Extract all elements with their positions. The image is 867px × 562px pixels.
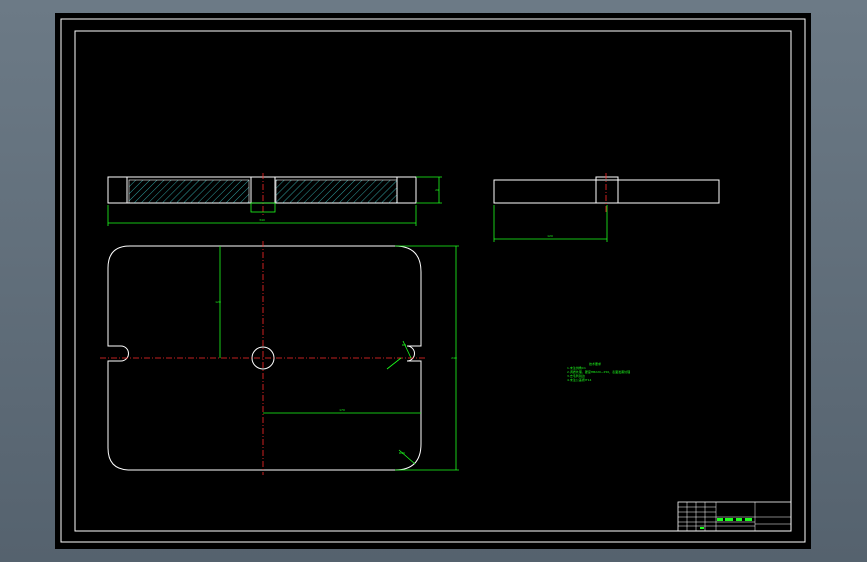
technical-notes[interactable]: 技术要求 1.未注倒角C1 2.调质处理，硬度HB220~250，表面发黑处理 …: [567, 362, 630, 382]
note-line-4: 4.未注公差按IT14: [567, 378, 592, 382]
end-view[interactable]: 120: [493, 173, 720, 242]
tb-highlight-2: [725, 518, 733, 521]
section-view[interactable]: 340 20: [107, 173, 442, 226]
plan-view[interactable]: 240 120 170 R8 R20: [100, 241, 459, 475]
dim-label-half-width: 170: [339, 408, 345, 412]
dim-label-corner: R20: [399, 451, 405, 455]
tb-highlight-5: [700, 527, 704, 529]
dim-label-side-length: 340: [259, 218, 265, 222]
hatch-left: [128, 179, 250, 204]
dim-label-plan-height: 240: [451, 356, 457, 360]
end-slot: [595, 176, 619, 204]
sheet-border-inner: [74, 30, 792, 532]
end-outline: [493, 179, 720, 204]
tb-highlight-3: [736, 518, 742, 521]
dim-label-half-height: 120: [215, 300, 221, 304]
cad-drawing[interactable]: 340 20 120 240 120 170 R8 R20: [55, 13, 811, 549]
title-block-frame: [677, 501, 792, 532]
hatch-right: [275, 179, 398, 204]
sheet-border-outer: [60, 18, 806, 543]
plan-outline: [107, 245, 422, 471]
dim-label-end-width: 120: [547, 234, 553, 238]
title-block[interactable]: [677, 501, 792, 532]
dim-slot-leader-2: [386, 357, 402, 370]
tb-highlight-4: [745, 518, 752, 521]
dim-label-side-height: 20: [435, 188, 439, 192]
tb-highlight-1: [717, 518, 723, 521]
drawing-sheet[interactable]: 340 20 120 240 120 170 R8 R20 技术要求 1.未注倒…: [55, 13, 811, 549]
dim-label-slot: R8: [402, 343, 406, 347]
